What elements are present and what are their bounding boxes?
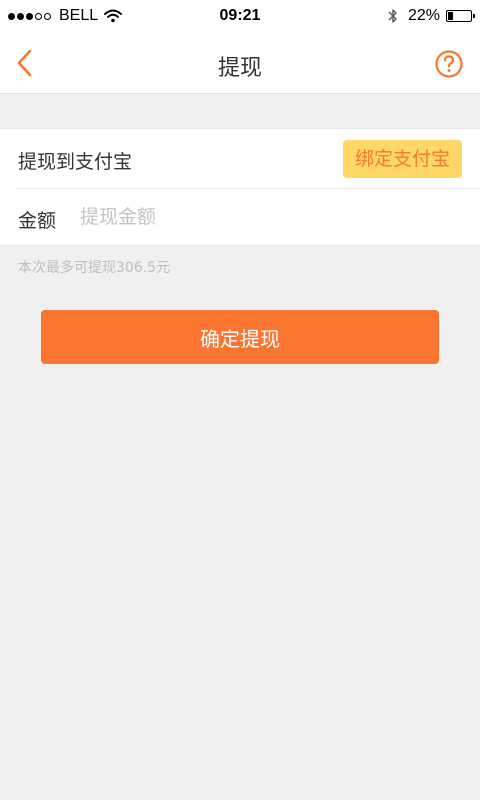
withdraw-form: 提现到支付宝 绑定支付宝 金额 <box>0 128 480 246</box>
alipay-row: 提现到支付宝 绑定支付宝 <box>0 129 480 188</box>
amount-row: 金额 <box>0 189 480 246</box>
alipay-label: 提现到支付宝 <box>18 151 133 173</box>
status-right: 22% <box>388 7 475 25</box>
bind-alipay-button[interactable]: 绑定支付宝 <box>342 140 462 178</box>
question-circle-icon[interactable] <box>434 49 464 79</box>
nav-bar: 提现 <box>0 32 480 94</box>
bluetooth-icon <box>388 9 397 23</box>
battery-cap <box>473 14 475 18</box>
confirm-withdraw-button[interactable]: 确定提现 <box>41 310 439 364</box>
battery-level <box>448 12 453 20</box>
amount-label: 金额 <box>18 210 57 232</box>
battery-percent: 22% <box>407 7 440 24</box>
withdraw-limit-hint: 本次最多可提现306.5元 <box>18 260 171 276</box>
amount-input[interactable] <box>80 199 450 235</box>
status-bar: BELL 09:21 22% <box>0 0 480 32</box>
battery-icon <box>446 10 475 22</box>
page-title: 提现 <box>217 56 262 81</box>
